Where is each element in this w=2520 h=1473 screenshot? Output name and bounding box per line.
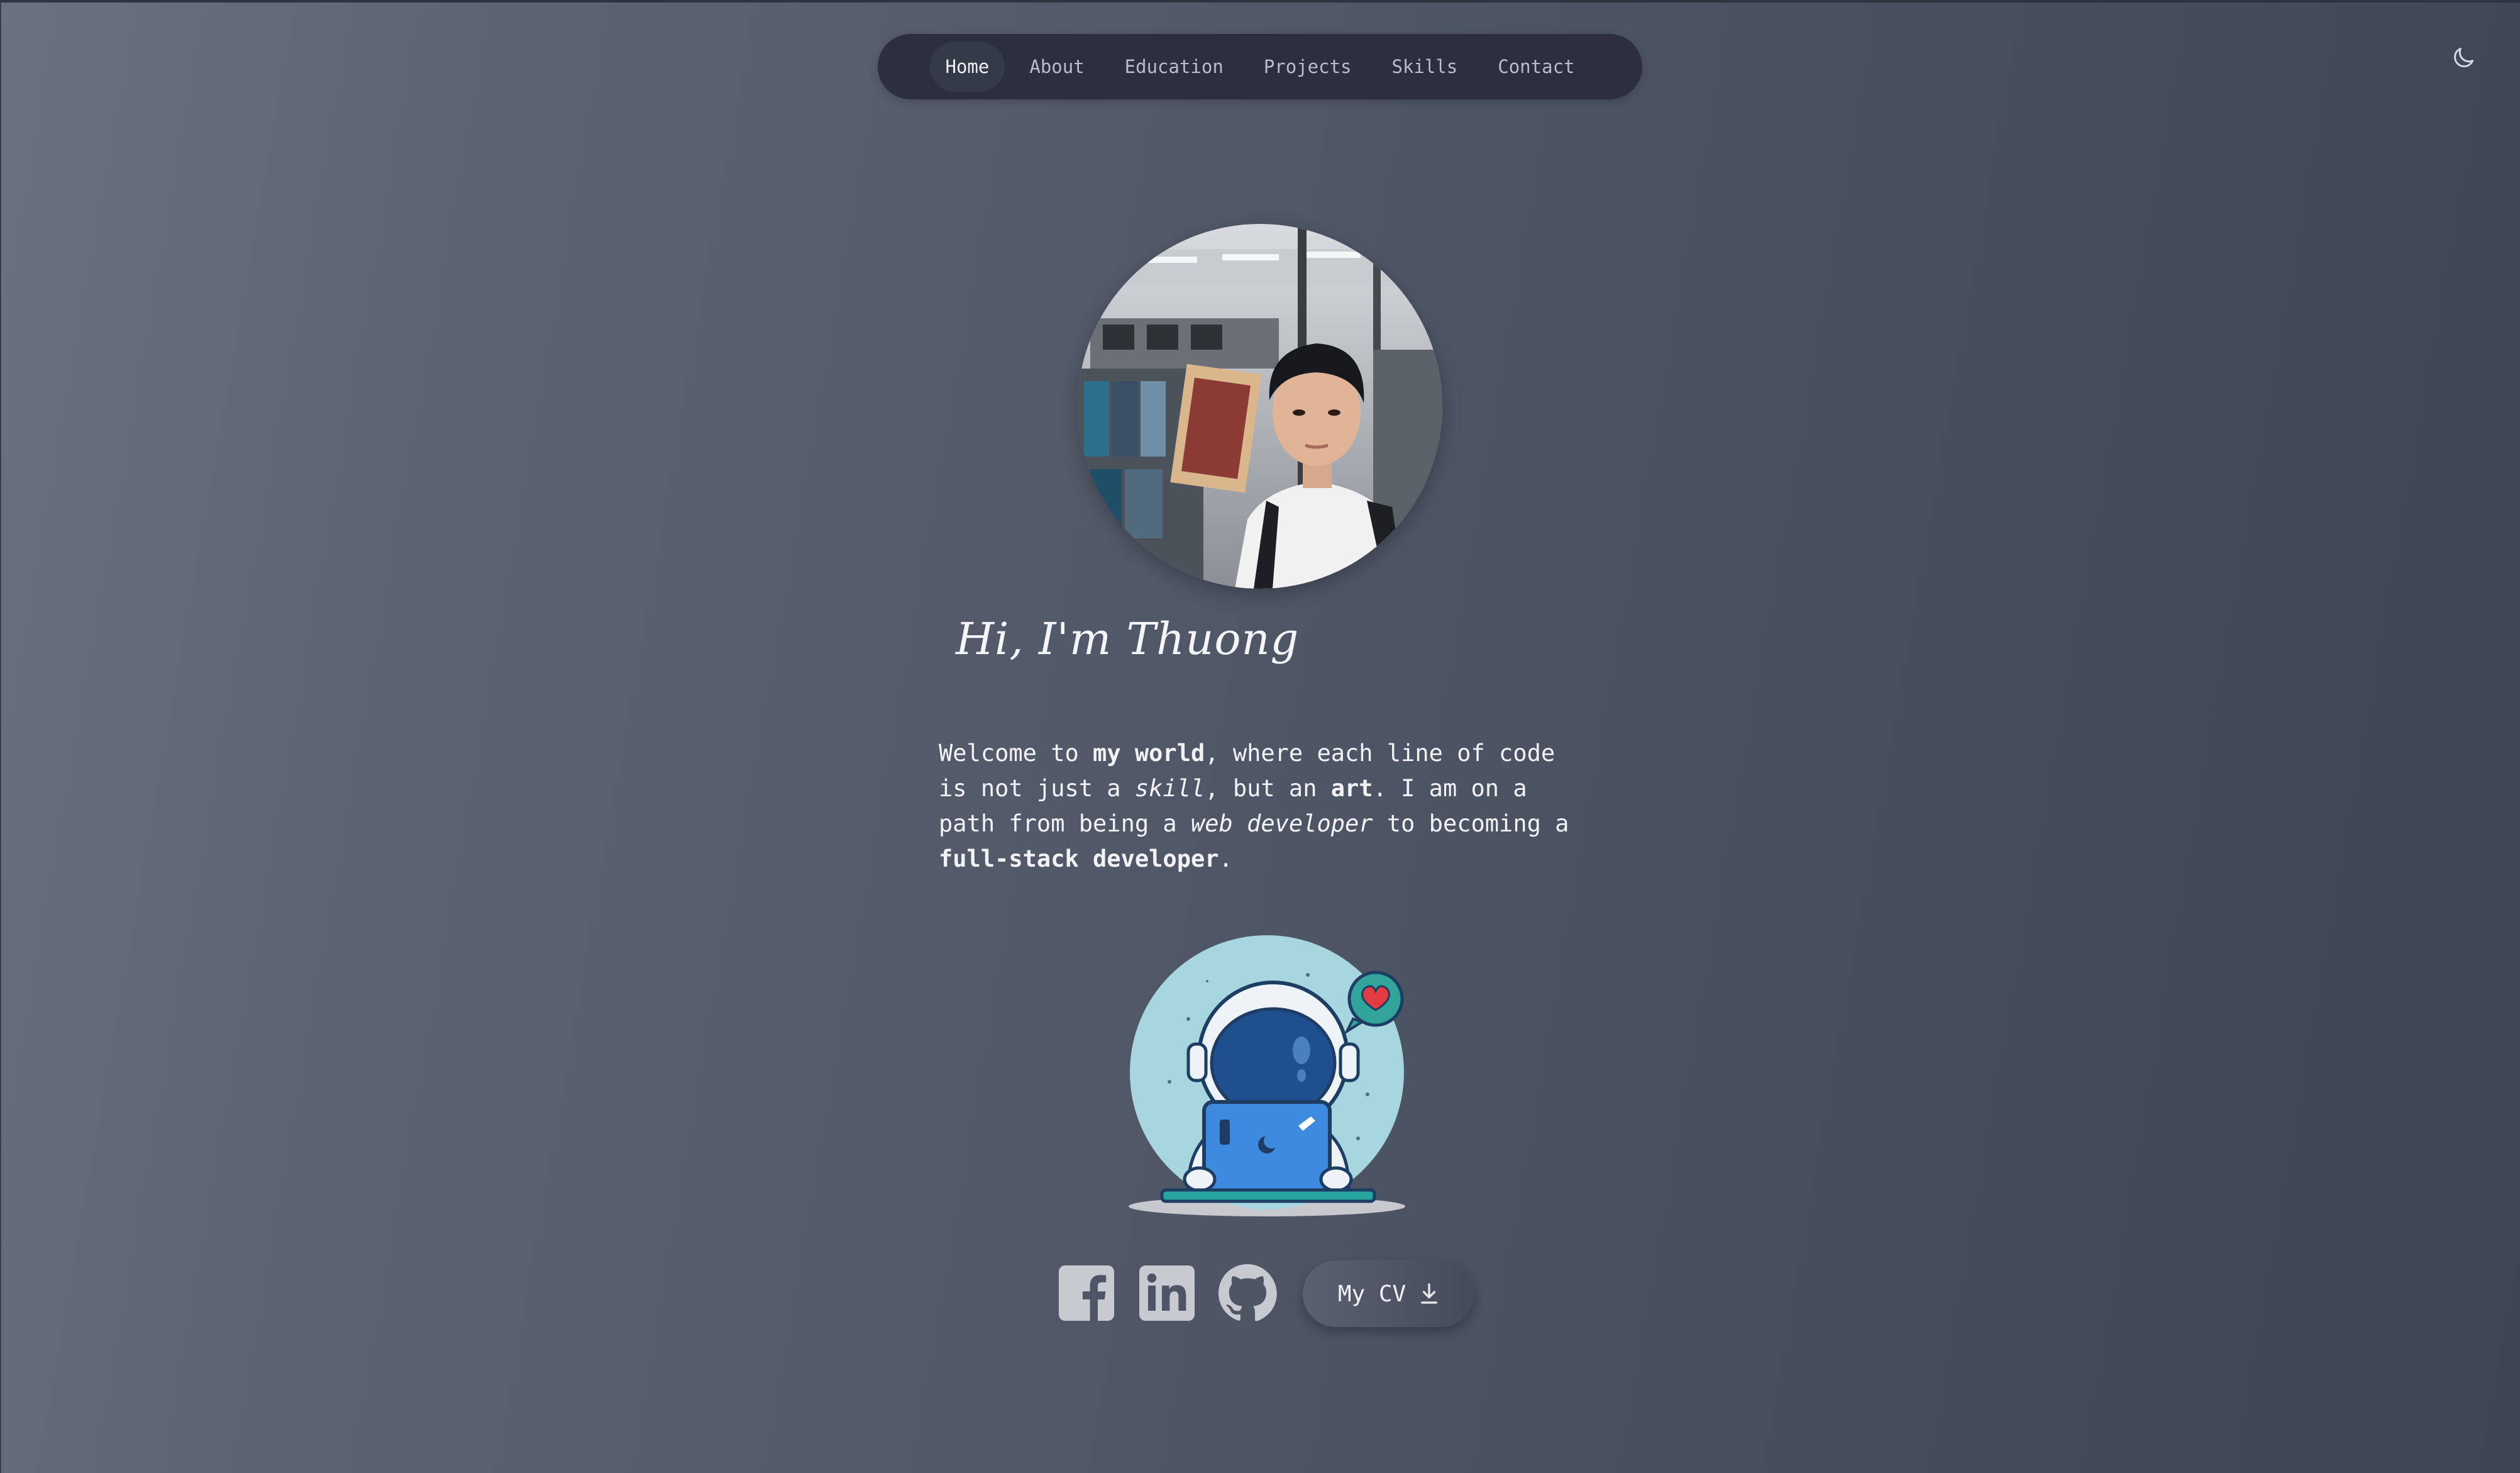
nav-about[interactable]: About	[1014, 42, 1100, 92]
intro-paragraph: Welcome to my world, where each line of …	[939, 740, 1569, 872]
linkedin-link[interactable]	[1137, 1263, 1197, 1323]
moon-icon	[2454, 47, 2474, 67]
download-cv-button[interactable]: My CV	[1303, 1260, 1474, 1327]
profile-photo	[1078, 224, 1442, 589]
github-link[interactable]	[1217, 1263, 1278, 1323]
facebook-link[interactable]	[1056, 1263, 1117, 1323]
nav-contact[interactable]: Contact	[1482, 42, 1590, 92]
nav-skills[interactable]: Skills	[1376, 42, 1474, 92]
nav-projects[interactable]: Projects	[1248, 42, 1368, 92]
nav-education[interactable]: Education	[1109, 42, 1239, 92]
main-nav: Home About Education Projects Skills Con…	[878, 34, 1642, 99]
greeting-heading: Hi, I'm Thuong	[956, 613, 1300, 665]
facebook-icon	[1059, 1265, 1114, 1321]
astronaut-illustration	[1119, 931, 1421, 1220]
github-icon	[1219, 1264, 1277, 1321]
theme-toggle-button[interactable]	[2450, 44, 2477, 72]
nav-home[interactable]: Home	[929, 42, 1005, 92]
linkedin-icon	[1139, 1265, 1195, 1321]
cv-button-label: My CV	[1337, 1281, 1406, 1307]
download-icon	[1421, 1283, 1438, 1304]
